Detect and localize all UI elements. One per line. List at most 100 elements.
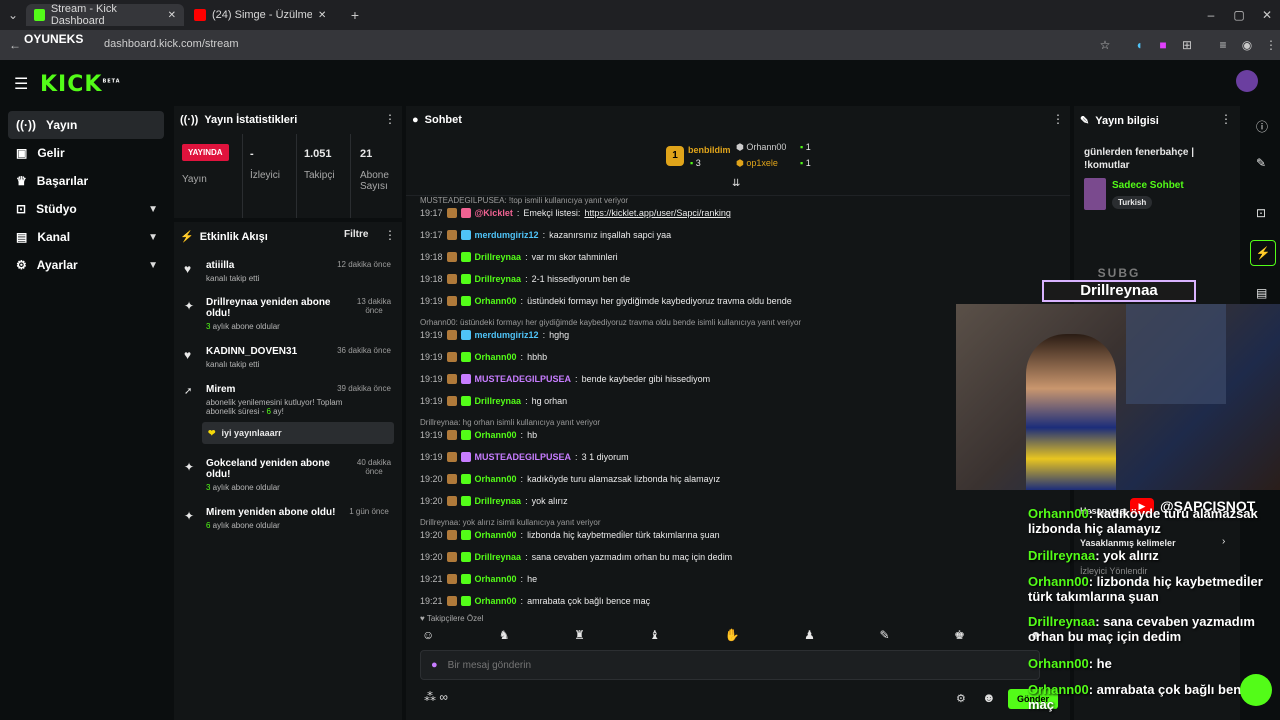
emote-icon[interactable]: ✋ [725, 628, 740, 646]
username[interactable]: Drillreynaa [475, 396, 522, 406]
tab-youtube[interactable]: (24) Simge - Üzülmedin mi... ✕ [186, 4, 336, 26]
username[interactable]: Drillreynaa [475, 274, 522, 284]
chevron-down-icon[interactable]: ▼ [148, 204, 158, 215]
chat-input[interactable] [447, 659, 988, 671]
expand-leaderboard-icon[interactable]: ⇊ [732, 178, 740, 189]
chat-input-box[interactable]: ● [420, 650, 1040, 680]
emote-icon[interactable]: ♞ [499, 628, 510, 646]
sidebar-item-studyo[interactable]: ⊡ Stüdyo ▼ [8, 195, 164, 223]
sidebar-item-basarilar[interactable]: ♛ Başarılar [8, 167, 164, 195]
chat-mode[interactable]: Sadece Sohbet [1112, 180, 1184, 191]
hamburger-menu-icon[interactable]: ☰ [14, 74, 28, 94]
info-icon[interactable]: ⓘ [1256, 118, 1268, 135]
chat-message[interactable]: 19:19 Drillreynaa: hg orhan [420, 396, 567, 406]
username[interactable]: Orhann00 [475, 530, 517, 540]
emote-icon[interactable]: ♜ [574, 628, 585, 646]
kick-float-button[interactable] [1240, 674, 1272, 706]
emote-picker-icon[interactable]: ☻ [982, 690, 996, 705]
url-field[interactable]: dashboard.kick.com/stream [104, 38, 239, 50]
message-text: amrabata çok bağlı bence maç [527, 596, 651, 606]
tab-kick-dashboard[interactable]: Stream - Kick Dashboard ✕ [26, 3, 184, 27]
extension-icon[interactable]: ◖ [1132, 38, 1146, 52]
browser-tab-bar: ⌄ Stream - Kick Dashboard ✕ (24) Simge -… [0, 0, 1280, 30]
close-tab-icon[interactable]: ✕ [168, 10, 176, 21]
username[interactable]: Drillreynaa [475, 252, 522, 262]
studio-icon[interactable]: ⊡ [1256, 206, 1266, 220]
category-thumbnail[interactable] [1084, 178, 1106, 210]
bookmark-star-icon[interactable]: ☆ [1098, 38, 1112, 52]
panel-menu-icon[interactable]: ⋮ [384, 112, 396, 126]
extension-icon[interactable]: ■ [1156, 38, 1170, 52]
chat-message[interactable]: 19:20 Orhann00: kadıköyde turu alamazsak l… [420, 474, 720, 484]
user-avatar[interactable] [1236, 70, 1258, 92]
sidebar-item-gelir[interactable]: ▣ Gelir [8, 139, 164, 167]
emote-icon[interactable]: ♟ [804, 628, 815, 646]
activity-item: ✦ Mirem yeniden abone oldu! 6 aylık abone… [184, 507, 389, 530]
chevron-right-icon[interactable]: › [1222, 536, 1225, 547]
chat-message[interactable]: 19:17 @Kicklet: Emekçi listesi: https://ki… [420, 208, 731, 218]
settings-gear-icon[interactable]: ⚙ [956, 692, 966, 705]
profile-icon[interactable]: ◉ [1240, 38, 1254, 52]
chat-message[interactable]: 19:17 merdumgiriz12: kazanırsınız inşallah… [420, 230, 671, 240]
username[interactable]: Orhann00 [475, 352, 517, 362]
close-tab-icon[interactable]: ✕ [318, 10, 326, 21]
username[interactable]: Orhann00 [475, 596, 517, 606]
points-icon[interactable]: ⁂ ∞ [424, 690, 448, 704]
chat-message[interactable]: 19:19 merdumgiriz12: hghg [420, 330, 569, 340]
chat-message[interactable]: 19:21 Orhann00: he [420, 574, 537, 584]
username[interactable]: merdumgiriz12 [475, 230, 539, 240]
extensions-puzzle-icon[interactable]: ⊞ [1180, 38, 1194, 52]
username[interactable]: Drillreynaa [475, 552, 522, 562]
pencil-icon[interactable]: ✎ [1256, 156, 1266, 170]
emote-icon[interactable]: ♚ [954, 628, 965, 646]
chat-message[interactable]: 19:19 Orhann00: hbhb [420, 352, 547, 362]
panel-menu-icon[interactable]: ⋮ [384, 228, 396, 242]
wrench-icon: ✎ [1080, 115, 1090, 127]
sidebar-item-kanal[interactable]: ▤ Kanal ▼ [8, 223, 164, 251]
username[interactable]: Orhann00 [475, 474, 517, 484]
tab-search-icon[interactable]: ⌄ [6, 8, 20, 22]
maximize-icon[interactable]: ▢ [1232, 8, 1246, 22]
chat-message[interactable]: 19:19 Orhann00: hb [420, 430, 537, 440]
chevron-down-icon[interactable]: ▼ [148, 232, 158, 243]
username[interactable]: Drillreynaa [475, 496, 522, 506]
username[interactable]: MUSTEADEGILPUSEA [475, 452, 572, 462]
username[interactable]: Orhann00 [475, 296, 517, 306]
message-link[interactable]: https://kicklet.app/user/Sapci/ranking [584, 208, 731, 218]
emote-icon[interactable]: ♝ [649, 628, 660, 646]
microphone-icon[interactable]: ● [431, 659, 438, 671]
setting-row[interactable]: Yasaklanmış kelimeler [1080, 538, 1176, 548]
menu-kebab-icon[interactable]: ⋮ [1264, 38, 1278, 52]
panel-menu-icon[interactable]: ⋮ [1052, 112, 1064, 126]
kick-logo[interactable]: KICKBETA [40, 72, 121, 97]
emote-icon[interactable]: ✎ [879, 628, 889, 646]
sidebar-item-yayin[interactable]: ((·)) Yayın [8, 111, 164, 139]
panel-menu-icon[interactable]: ⋮ [1220, 112, 1232, 126]
username[interactable]: Orhann00 [475, 574, 517, 584]
chevron-down-icon[interactable]: ▼ [148, 260, 158, 271]
username[interactable]: @Kicklet [475, 208, 513, 218]
minimize-icon[interactable]: – [1204, 8, 1218, 22]
sidebar-item-ayarlar[interactable]: ⚙ Ayarlar ▼ [8, 251, 164, 279]
list-icon[interactable]: ▤ [1256, 286, 1267, 300]
chat-message[interactable]: 19:20 Orhann00: lizbonda hiç kaybetmedi̇le… [420, 530, 720, 540]
emote-icon[interactable]: ☺ [422, 628, 434, 646]
chat-message[interactable]: 19:19 MUSTEADEGILPUSEA:3 1 diyorum [420, 452, 629, 462]
filter-button[interactable]: Filtre [344, 229, 368, 240]
username[interactable]: Orhann00 [475, 430, 517, 440]
back-arrow-icon[interactable]: ← [8, 38, 22, 52]
lightning-icon[interactable]: ⚡ [1250, 240, 1276, 266]
chat-message[interactable]: 19:21 Orhann00: amrabata çok bağlı bence m… [420, 596, 650, 606]
media-icon[interactable]: ≡ [1216, 38, 1230, 52]
chat-message[interactable]: 19:19 Orhann00: üstündeki formayı her giyd… [420, 296, 792, 306]
chat-message[interactable]: 19:18 Drillreynaa:2-1 hissediyorum ben de [420, 274, 630, 284]
chat-message[interactable]: 19:20 Drillreynaa: yok alırız [420, 496, 568, 506]
new-tab-button[interactable]: + [348, 8, 362, 22]
close-window-icon[interactable]: ✕ [1260, 8, 1274, 22]
chat-message[interactable]: 19:18 Drillreynaa: var mı skor tahminleri [420, 252, 618, 262]
chat-message[interactable]: 19:19 MUSTEADEGILPUSEA: bende kaybeder gib… [420, 374, 710, 384]
username[interactable]: MUSTEADEGILPUSEA [475, 374, 572, 384]
username[interactable]: merdumgiriz12 [475, 330, 539, 340]
chat-message[interactable]: 19:20 Drillreynaa: sana cevaben yazmadım o… [420, 552, 732, 562]
message-text: he [527, 574, 538, 584]
